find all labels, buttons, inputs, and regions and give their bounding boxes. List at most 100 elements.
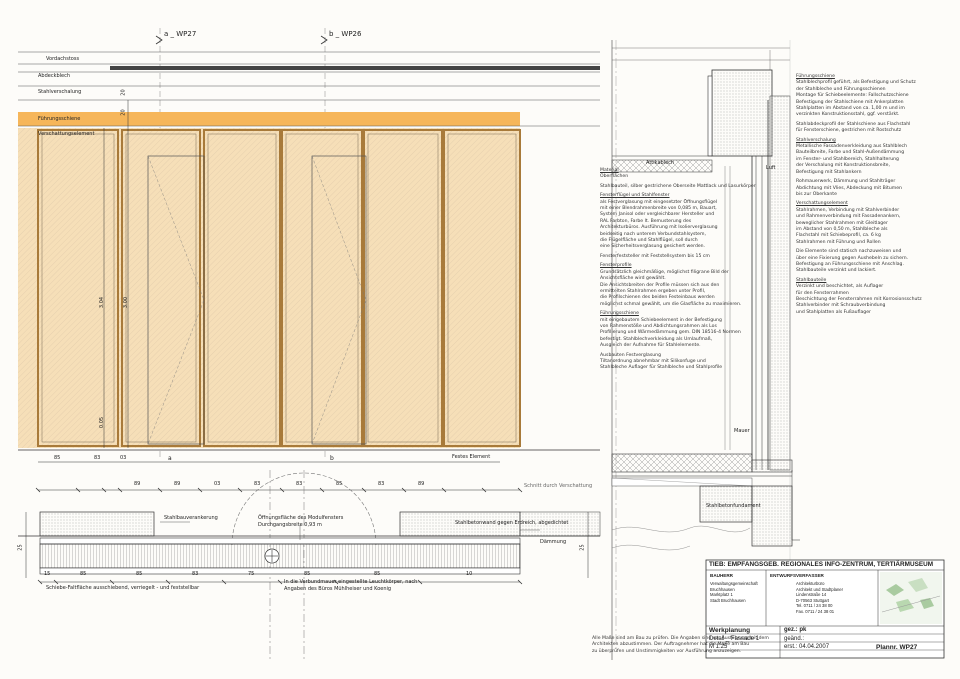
dim-top-a: 20 — [120, 109, 127, 116]
client-head: BAUHERR — [710, 573, 733, 578]
note-block: Stahlbauteile Verzinkt und beschichtet, a… — [796, 278, 946, 316]
dim-label: 83 — [254, 481, 261, 487]
note-block: Die Elemente sind statisch nachzuweisen … — [796, 249, 946, 275]
dim-height-inner: 3.00 — [123, 296, 130, 309]
plan-view — [18, 470, 601, 660]
note-block: Ausbauten Festverglasung Tiltanordnung ab… — [600, 353, 723, 372]
label-fuehrungsschiene: Führungsschiene — [38, 116, 81, 122]
note-line: die Profilschienen des beiden Festeinbau… — [600, 295, 715, 301]
note-line: Befestigung mit Stahlankern — [796, 169, 862, 175]
insulation-label: Dämmung — [540, 539, 567, 545]
cut-label: Schnitt durch Verschattung — [524, 483, 593, 489]
note-line: und Stahlplatten als Fußauflager — [796, 309, 871, 315]
note-line: Stahlbleche Auflager für Stahlbleche und… — [600, 365, 723, 371]
plan-dim-label: 85 — [80, 571, 87, 577]
note-line: Ausgleich der Aufnahme für Stahlelemente… — [600, 343, 701, 349]
section-mark-b-label: b _ WP26 — [329, 30, 362, 38]
note-line: Oberflächen — [600, 174, 629, 180]
label-luft: Luft — [766, 165, 776, 171]
address-line: Verwaltungsgemeinschaft — [710, 581, 758, 586]
dim-label: 83 — [296, 481, 303, 487]
architect-head: ENTWURFSVERFASSER — [770, 573, 824, 578]
elevation-view — [18, 28, 600, 493]
fixed-element-label: Festes Element — [452, 454, 491, 460]
note-block: Verschattungselement Stahlrahmen, Verbind… — [796, 201, 946, 246]
plan-bottom-left: Schiebe-Faltfläche ausschiebend, verrieg… — [46, 585, 200, 591]
note-block: Führungsschiene Stahlblechprofil geführt,… — [796, 74, 946, 119]
opening-label: Öffnungsfläche des Modulfensters — [258, 515, 344, 521]
plan-number: Plannr. WP27 — [876, 644, 918, 651]
dim-label: 85 — [336, 481, 343, 487]
phase-label: Werkplanung — [709, 627, 751, 634]
changed-label: geänd.: — [784, 636, 805, 642]
notes-middle: Material Oberflächen Stahlbauteil, silber … — [600, 168, 756, 375]
plan-left-dim: 25 — [17, 544, 24, 551]
note-line: System Janisol oder vergleichbarer Herst… — [600, 212, 715, 218]
note-line: Die Ansichtsbreiten der Profile müssen s… — [600, 282, 720, 288]
detail-label: Detail _ Fassade 1 — [709, 636, 760, 642]
architect-lines: Architekturbüro Architekt und Stadtplaner… — [796, 581, 843, 615]
note-block: Fensterfeststeller mit Feststellsystem b… — [600, 254, 718, 260]
note-line: Stahlbauteil, silber gestrichene Obersei… — [600, 183, 756, 189]
anchor-label: Stahlbauverankerung — [164, 515, 218, 521]
dim-label: 89 — [134, 481, 141, 487]
note-block: Stahlabdeckprofil der Stahlschiene aus F… — [796, 122, 946, 135]
note-block: Fensterprofile Grundsätzlich gleichmäßige… — [600, 263, 742, 308]
dim-label: 89 — [418, 481, 425, 487]
section-mark-a-label: a _ WP27 — [164, 30, 197, 38]
note-line: Stahlbauteile verzinkt und lackiert. — [796, 268, 877, 274]
note-line: eine Sicherheitsverglasung gesichert wer… — [600, 244, 706, 250]
dim-label: 03 — [214, 481, 221, 487]
notes-right: Führungsschiene Stahlblechprofil geführt,… — [796, 74, 946, 319]
plan-dim-label: 83 — [192, 571, 199, 577]
drawing-sheet: a _ WP27 b _ WP26 Vordachstoss Abdeckble… — [0, 0, 960, 679]
label-attic: Attikablech — [646, 160, 675, 166]
label-verschattungselement: Verschattungselement — [38, 131, 95, 137]
plan-right-dim: 25 — [579, 544, 586, 551]
dim-label: 83 — [378, 481, 385, 487]
note-block: Fensterflügel und Stahlfenster als Festve… — [600, 193, 718, 251]
dim-label: 89 — [174, 481, 181, 487]
plan-dim-label: 85 — [136, 571, 143, 577]
label-vordach: Vordachstoss — [46, 56, 80, 62]
opening-label-2: Durchgangsbreite 0,93 m — [258, 522, 322, 528]
project-title: TIEB: EMPFANGSGEB. REGIONALES INFO-ZENTR… — [709, 561, 934, 568]
plan-dim-label: 85 — [374, 571, 381, 577]
plan-bottom-center: In die Verbundmauer eingestellte Leuchtk… — [284, 579, 418, 585]
note-line: Profilierung und Wärmedämmung gem. DIN 1… — [600, 330, 741, 336]
dim-label: 03 — [120, 455, 127, 461]
dim-height: 3.04 — [99, 296, 106, 309]
note-line: mit eingebautem Schiebeelement in der Be… — [600, 317, 722, 323]
note-block: Rohmauerwerk, Dämmung und Stahlträger Abd… — [796, 179, 946, 198]
plan-dim-label: 85 — [304, 571, 311, 577]
dim-small: 0.05 — [99, 416, 106, 429]
plan-bottom-center-2: Angaben des Büros Mühlheiser und Koenig — [284, 586, 392, 592]
plan-dim-label: 10 — [466, 571, 473, 577]
dim-top-b: 20 — [120, 89, 127, 96]
section-mark-a: a — [168, 455, 172, 462]
plan-dim-label: 15 — [44, 571, 51, 577]
note-block: Material Oberflächen — [600, 168, 718, 181]
plan-dim-label: 75 — [248, 571, 255, 577]
note-line: verzinkten Konstruktionsstahl, ggf. vers… — [796, 112, 900, 118]
label-abdeckblech: Abdeckblech — [38, 73, 71, 79]
note-line: Architekturbüros. Ausführung mit Isolier… — [600, 225, 718, 231]
client-lines: Verwaltungsgemeinschaft Bruchhausen Marktp… — [710, 581, 758, 603]
note-block: Stahlverschalung Metallische Fassadenverk… — [796, 138, 946, 176]
note-block: Führungsschiene mit eingebautem Schiebeel… — [600, 311, 741, 349]
note-line: für Fensterschiene, gestrichen mit Rosts… — [796, 128, 902, 134]
dim-label: 85 — [54, 455, 61, 461]
drawn-label: gez.: pk — [784, 627, 807, 633]
wall-label: Stahlbetonwand gegen Erdreich, abgedicht… — [455, 520, 569, 526]
note-block: Stahlbauteil, silber gestrichene Obersei… — [600, 183, 756, 190]
section-mark-b: b — [330, 455, 334, 462]
address-line: Fax. 0711 / 24 38 01 — [796, 608, 835, 614]
note-line: Stahlrahmen mit Führung und Rollen — [796, 239, 881, 245]
dim-label: 83 — [94, 455, 101, 461]
label-fundament: Stahlbetonfundament — [706, 503, 761, 509]
label-mauer: Mauer — [734, 428, 750, 434]
footnote-line-2: Architekten abzustimmen. Der Auftragnehm… — [592, 642, 750, 648]
address-line: Stadt Bruchhausen — [710, 597, 746, 603]
note-line: möglichst schmal gewählt, um die Glasflä… — [600, 301, 742, 307]
scale-label: M 1:25 — [709, 644, 728, 650]
